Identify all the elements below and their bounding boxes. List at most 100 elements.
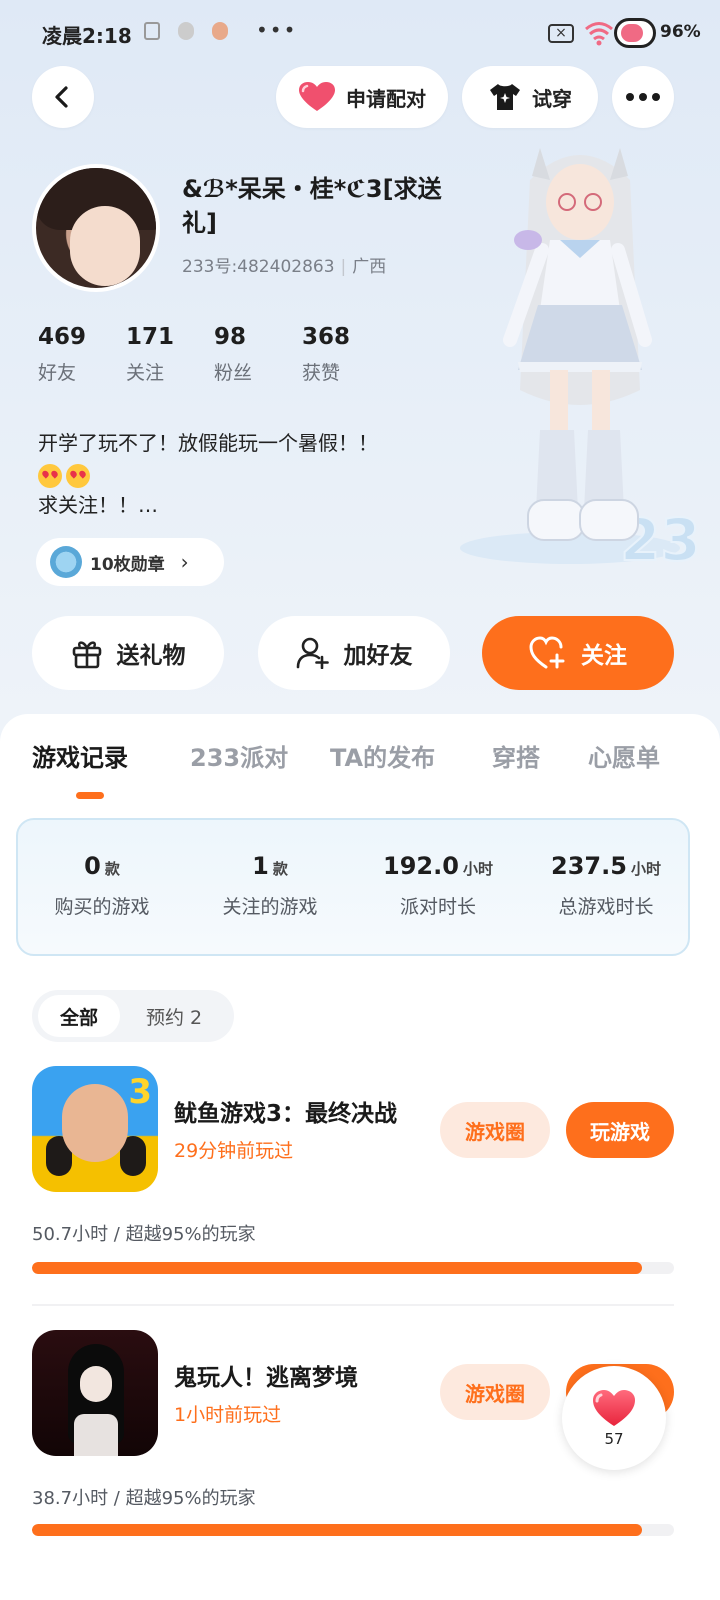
game-last-played: 29分钟前玩过 bbox=[174, 1140, 294, 1162]
tab-233-party[interactable]: 233派对 bbox=[190, 738, 288, 773]
wifi-icon bbox=[585, 22, 613, 46]
user-id: 233号:482402863 bbox=[182, 257, 335, 277]
status-time: 凌晨2:18 bbox=[42, 24, 132, 48]
badges-button[interactable]: 10枚勋章 › bbox=[36, 538, 224, 586]
back-button[interactable] bbox=[32, 66, 94, 128]
game-hours: 50.7小时 / 超越95%的玩家 bbox=[32, 1224, 256, 1245]
stat-label: 好友 bbox=[38, 362, 77, 384]
stat-label: 粉丝 bbox=[214, 362, 253, 384]
stat-unit: 小时 bbox=[462, 860, 493, 878]
tab-posts[interactable]: TA的发布 bbox=[330, 738, 435, 773]
play-game-button[interactable]: 玩游戏 bbox=[566, 1102, 674, 1158]
request-pair-button[interactable]: 申请配对 bbox=[276, 66, 448, 128]
heart-eyes-emoji-icon bbox=[38, 463, 62, 488]
add-user-icon bbox=[296, 637, 329, 669]
like-count: 57 bbox=[604, 1430, 624, 1448]
status-bar: 凌晨2:18 ••• × 96% bbox=[0, 0, 720, 66]
nickname: &ℬ*呆呆・桂*ℭ3[求送礼] bbox=[182, 175, 442, 237]
bio-emojis bbox=[38, 459, 458, 490]
stat-label: 关注的游戏 bbox=[222, 896, 318, 918]
game-circle-button[interactable]: 游戏圈 bbox=[440, 1102, 550, 1158]
stat-purchased-games: 0款 购买的游戏 bbox=[18, 852, 186, 919]
battery-level: 96% bbox=[660, 22, 701, 42]
add-friend-label: 加好友 bbox=[343, 643, 413, 669]
stat-value: 0 bbox=[84, 852, 101, 880]
notification-icon bbox=[212, 22, 228, 40]
request-pair-label: 申请配对 bbox=[346, 86, 426, 111]
tab-wishlist[interactable]: 心愿单 bbox=[588, 738, 660, 773]
gift-icon bbox=[72, 641, 101, 669]
stat-value: 368 bbox=[302, 324, 351, 350]
tab-indicator bbox=[76, 792, 104, 799]
stat-likes[interactable]: 368 获赞 bbox=[302, 324, 362, 385]
game-progress-fill bbox=[32, 1262, 642, 1274]
send-gift-label: 送礼物 bbox=[116, 643, 186, 669]
stat-label: 获赞 bbox=[302, 362, 341, 384]
avatar[interactable] bbox=[32, 164, 160, 292]
back-icon bbox=[55, 86, 68, 108]
game-progress-track bbox=[32, 1524, 674, 1536]
more-notifications-icon: ••• bbox=[256, 18, 298, 42]
game-name[interactable]: 鱿鱼游戏3：最终决战 bbox=[174, 1094, 397, 1128]
more-icon bbox=[626, 93, 660, 101]
game-icon[interactable] bbox=[32, 1330, 158, 1456]
stat-value: 171 bbox=[126, 324, 175, 350]
follow-button[interactable]: 关注 bbox=[482, 616, 674, 690]
send-gift-button[interactable]: 送礼物 bbox=[32, 616, 224, 690]
stat-value: 98 bbox=[214, 324, 247, 350]
like-button[interactable]: 57 bbox=[562, 1366, 666, 1470]
game-icon[interactable]: 3 bbox=[32, 1066, 158, 1192]
tab-outfits[interactable]: 穿搭 bbox=[492, 738, 540, 773]
stat-party-hours: 192.0 小时 派对时长 bbox=[354, 852, 522, 919]
game-last-played: 1小时前玩过 bbox=[174, 1404, 282, 1426]
game-progress-track bbox=[32, 1262, 674, 1274]
avatar-3d-figure[interactable] bbox=[470, 140, 700, 570]
stat-fans[interactable]: 98 粉丝 bbox=[214, 324, 274, 385]
bio-line: 开学了玩不了！放假能玩一个暑假！！ bbox=[38, 431, 378, 455]
filter-all[interactable]: 全部 bbox=[38, 995, 120, 1037]
try-on-label: 试穿 bbox=[532, 86, 572, 111]
stat-label: 派对时长 bbox=[399, 896, 476, 918]
more-button[interactable] bbox=[612, 66, 674, 128]
stat-followed-games: 1款 关注的游戏 bbox=[186, 852, 354, 919]
stat-unit: 款 bbox=[104, 860, 120, 878]
bio-line: 求关注！！… bbox=[38, 493, 158, 517]
stat-value: 1 bbox=[252, 852, 269, 880]
add-friend-button[interactable]: 加好友 bbox=[258, 616, 450, 690]
battery-icon bbox=[614, 18, 656, 48]
stat-label: 总游戏时长 bbox=[558, 896, 654, 918]
sim-off-icon: × bbox=[548, 24, 574, 43]
stat-value: 192.0 bbox=[383, 852, 459, 880]
stat-value: 237.5 bbox=[551, 852, 627, 880]
stat-following[interactable]: 171 关注 bbox=[126, 324, 186, 385]
heart-eyes-emoji-icon bbox=[66, 463, 90, 488]
user-id-row: 233号:482402863 | 广西 bbox=[182, 257, 387, 277]
user-region: 广西 bbox=[352, 257, 387, 277]
stat-value: 469 bbox=[38, 324, 87, 350]
badges-label: 10枚勋章 bbox=[90, 554, 165, 575]
medal-icon bbox=[50, 546, 82, 578]
stat-unit: 小时 bbox=[630, 860, 661, 878]
notification-icon bbox=[144, 22, 160, 40]
stat-friends[interactable]: 469 好友 bbox=[38, 324, 98, 385]
follow-label: 关注 bbox=[581, 643, 627, 669]
tab-game-records[interactable]: 游戏记录 bbox=[32, 738, 128, 773]
game-hours: 38.7小时 / 超越95%的玩家 bbox=[32, 1488, 256, 1509]
chevron-right-icon: › bbox=[180, 550, 189, 574]
notification-icon bbox=[178, 22, 194, 40]
game-circle-button[interactable]: 游戏圈 bbox=[440, 1364, 550, 1420]
filter-reserved[interactable]: 预约 2 bbox=[146, 1003, 202, 1030]
stat-label: 购买的游戏 bbox=[54, 896, 150, 918]
stat-label: 关注 bbox=[126, 362, 165, 384]
stat-total-game-hours: 237.5 小时 总游戏时长 bbox=[522, 852, 690, 919]
heart-icon bbox=[593, 1390, 635, 1426]
game-progress-fill bbox=[32, 1524, 642, 1536]
divider bbox=[32, 1304, 674, 1306]
heart-icon bbox=[299, 82, 335, 111]
tshirt-icon bbox=[490, 84, 520, 110]
heart-plus-icon bbox=[529, 636, 565, 669]
try-on-button[interactable]: 试穿 bbox=[462, 66, 598, 128]
bio[interactable]: 开学了玩不了！放假能玩一个暑假！！ 求关注！！… bbox=[38, 428, 458, 521]
stat-unit: 款 bbox=[272, 860, 288, 878]
game-name[interactable]: 鬼玩人！逃离梦境 bbox=[174, 1358, 358, 1392]
